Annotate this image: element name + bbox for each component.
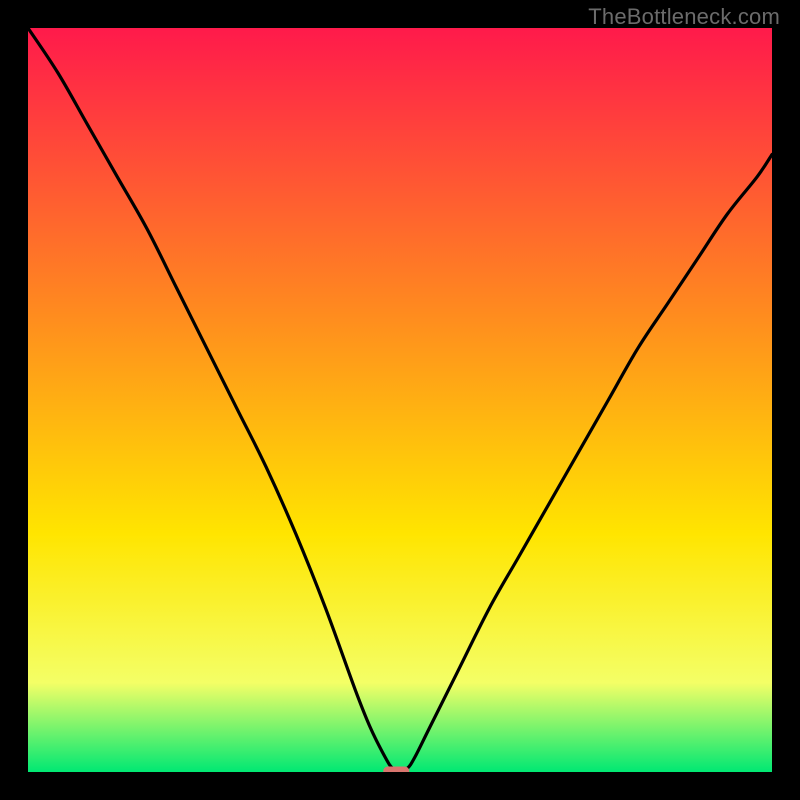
outer-frame: TheBottleneck.com — [0, 0, 800, 800]
plot-area — [28, 28, 772, 772]
gradient-background — [28, 28, 772, 772]
chart-svg — [28, 28, 772, 772]
watermark-text: TheBottleneck.com — [588, 4, 780, 30]
optimal-point-marker — [383, 767, 409, 772]
